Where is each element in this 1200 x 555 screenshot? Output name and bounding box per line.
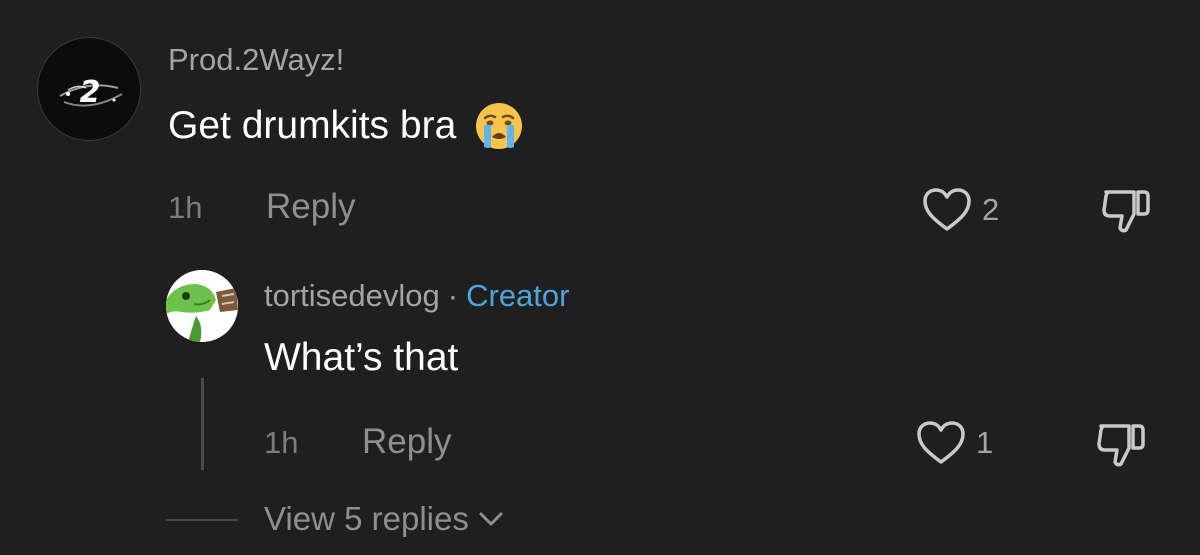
2wayz-logo-icon: 2 <box>59 75 123 110</box>
comment-username[interactable]: Prod.2Wayz! <box>168 42 344 78</box>
view-replies-label: View 5 replies <box>264 500 469 537</box>
avatar[interactable]: 2 <box>37 37 141 141</box>
dislike-button[interactable] <box>1095 420 1147 468</box>
thumbs-down-icon <box>1097 424 1145 467</box>
thread-line <box>201 378 204 470</box>
comment-timestamp: 1h <box>168 190 203 225</box>
avatar[interactable] <box>166 270 238 342</box>
reply-timestamp: 1h <box>264 425 299 460</box>
svg-text:2: 2 <box>80 75 101 110</box>
heart-icon <box>917 421 965 464</box>
turtle-avatar-icon <box>166 270 238 342</box>
separator-dot: · <box>447 278 459 313</box>
crying-emoji-icon <box>474 101 524 151</box>
thumbs-down-icon <box>1102 190 1150 233</box>
reply-username[interactable]: tortisedevlog <box>264 278 440 313</box>
chevron-down-icon <box>479 512 503 526</box>
like-count: 1 <box>976 425 994 460</box>
reply-button[interactable]: Reply <box>362 422 451 462</box>
dislike-button[interactable] <box>1100 186 1152 234</box>
reply-author-line: tortisedevlog · Creator <box>264 278 569 314</box>
reply-button[interactable]: Reply <box>266 187 355 227</box>
heart-icon <box>923 188 971 231</box>
view-replies-line <box>166 519 238 521</box>
like-button[interactable]: 2 <box>922 185 999 235</box>
comment-text: Get drumkits bra <box>168 101 524 151</box>
like-button[interactable]: 1 <box>916 418 993 468</box>
creator-badge: Creator <box>466 278 570 313</box>
like-count: 2 <box>982 192 1000 227</box>
comment-text-content: Get drumkits bra <box>168 104 457 147</box>
view-replies-button[interactable]: View 5 replies <box>264 500 505 538</box>
reply-text: What’s that <box>264 336 459 379</box>
